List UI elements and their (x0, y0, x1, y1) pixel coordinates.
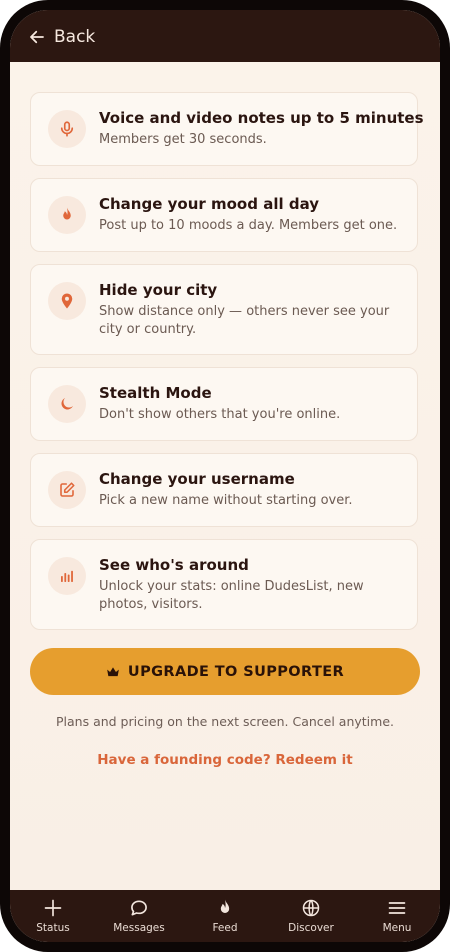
nav-item-discover[interactable]: Discover (268, 890, 354, 942)
chat-bubble-icon (131, 900, 147, 916)
feature-icon-circle (48, 110, 86, 148)
nav-label: Discover (288, 922, 334, 934)
feature-title: Stealth Mode (99, 384, 212, 402)
feature-title: Hide your city (99, 281, 218, 299)
location-pin-icon (61, 293, 73, 309)
nav-label: Feed (212, 922, 238, 934)
feature-icon-circle (48, 196, 86, 234)
plus-icon (44, 899, 62, 917)
feature-description: Post up to 10 moods a day. Members get o… (99, 218, 398, 233)
feature-description: Show distance only — others never see yo… (99, 304, 390, 337)
bar-chart-icon (61, 570, 73, 582)
microphone-icon (60, 121, 74, 137)
nav-item-status[interactable]: Status (10, 890, 96, 942)
upgrade-to-supporter-button[interactable]: UPGRADE TO SUPPORTER (30, 648, 420, 695)
flame-icon (220, 899, 230, 913)
back-label: Back (54, 27, 96, 47)
upgrade-content: Voice and video notes up to 5 minutes Me… (10, 62, 440, 890)
feature-card-stealth-mode: Stealth Mode Don't show others that you'… (30, 367, 418, 441)
device-frame: Back Voice and video notes up to 5 minut… (0, 0, 450, 952)
redeem-code-link[interactable]: Have a founding code? Redeem it (10, 752, 440, 768)
nav-item-menu[interactable]: Menu (354, 890, 440, 942)
upgrade-label: UPGRADE TO SUPPORTER (127, 663, 345, 680)
feature-description: Don't show others that you're online. (99, 407, 341, 422)
nav-label: Menu (382, 922, 412, 934)
feature-icon-circle (48, 282, 86, 320)
feature-title: Voice and video notes up to 5 minutes (99, 109, 424, 127)
bottom-nav: Status Messages Feed Discover Menu (10, 890, 440, 942)
nav-label: Status (36, 922, 70, 934)
feature-icon-circle (48, 471, 86, 509)
moon-icon (61, 398, 73, 410)
feature-card-voice-notes: Voice and video notes up to 5 minutes Me… (30, 92, 424, 166)
feature-description: Pick a new name without starting over. (99, 493, 353, 508)
nav-item-messages[interactable]: Messages (96, 890, 182, 942)
flame-icon (63, 207, 71, 220)
feature-description: Members get 30 seconds. (99, 132, 267, 147)
feature-icon-circle (48, 557, 86, 595)
feature-card-whos-around: See who's around Unlock your stats: onli… (30, 539, 418, 630)
feature-card-mood: Change your mood all day Post up to 10 m… (30, 178, 418, 252)
feature-title: Change your username (99, 470, 295, 488)
app-screen: Back Voice and video notes up to 5 minut… (10, 10, 440, 942)
back-button[interactable]: Back (28, 24, 95, 50)
nav-item-feed[interactable]: Feed (182, 890, 268, 942)
feature-title: See who's around (99, 556, 249, 574)
arrow-left-icon (30, 30, 44, 44)
edit-icon (60, 482, 75, 497)
nav-label: Messages (113, 922, 165, 934)
feature-icon-circle (48, 385, 86, 423)
crown-icon (107, 666, 119, 676)
feature-title: Change your mood all day (99, 195, 320, 213)
feature-description: Unlock your stats: online DudesList, new… (99, 579, 364, 612)
hamburger-menu-icon (388, 902, 406, 914)
globe-icon (302, 899, 320, 917)
header-bar: Back (10, 10, 440, 62)
pricing-note: Plans and pricing on the next screen. Ca… (55, 714, 394, 729)
feature-card-username: Change your username Pick a new name wit… (30, 453, 418, 527)
feature-card-hide-city: Hide your city Show distance only — othe… (30, 264, 418, 355)
